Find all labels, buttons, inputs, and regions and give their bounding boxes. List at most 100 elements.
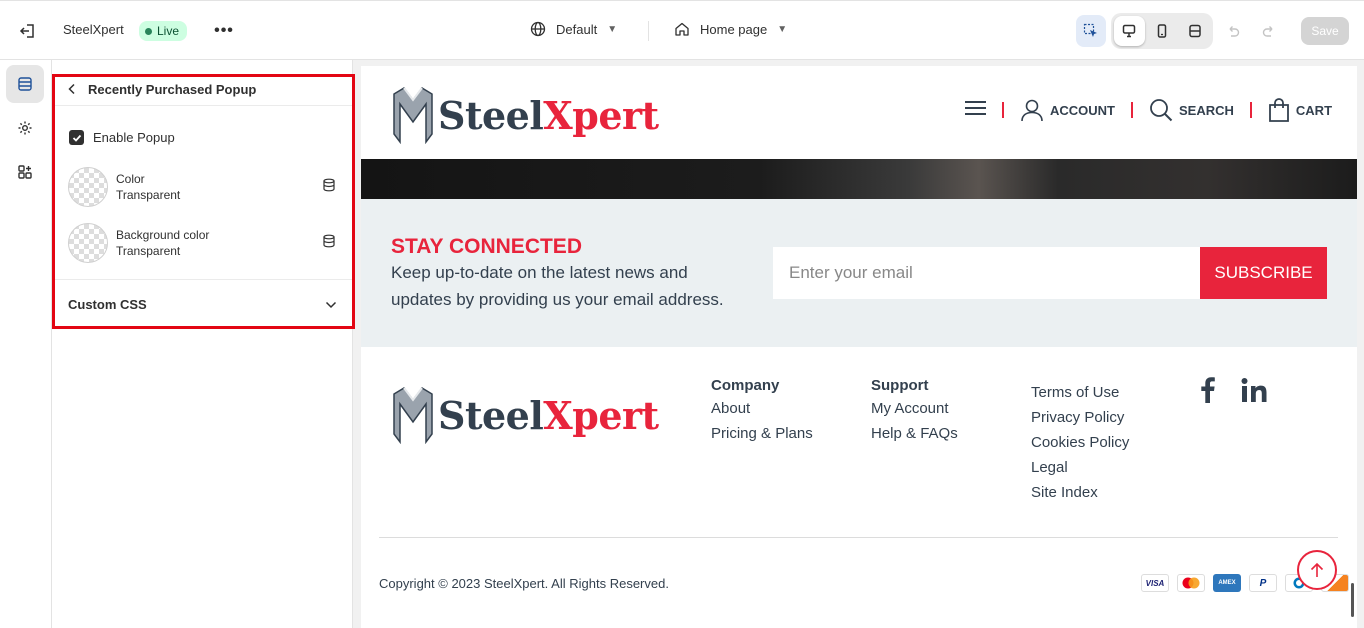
connect-dynamic-source-button[interactable] — [322, 178, 336, 197]
live-badge-label: Live — [157, 24, 180, 38]
cart-link[interactable]: CART — [1268, 98, 1332, 122]
theme-settings-nav-button[interactable] — [6, 109, 44, 147]
footer-heading: Support — [871, 377, 929, 394]
site-footer: SteelXpert Company About Pricing & Plans… — [361, 347, 1357, 628]
gear-icon — [18, 121, 32, 135]
facebook-link[interactable] — [1201, 377, 1215, 408]
inspector-toggle-button[interactable] — [1076, 15, 1106, 47]
logo-text-steel: Steel — [438, 392, 544, 438]
account-link[interactable]: ACCOUNT — [1020, 98, 1115, 122]
hamburger-menu-button[interactable] — [965, 100, 986, 121]
steelxpert-logo-icon — [393, 387, 433, 444]
paypal-icon: P — [1249, 574, 1277, 592]
editor-side-rail — [0, 60, 52, 628]
search-icon — [1150, 99, 1173, 122]
footer-link[interactable]: Pricing & Plans — [711, 421, 813, 446]
nav-separator — [1002, 102, 1004, 118]
custom-css-accordion[interactable]: Custom CSS — [52, 279, 353, 329]
save-button[interactable]: Save — [1301, 17, 1349, 45]
panel-title: Recently Purchased Popup — [88, 82, 257, 97]
color-setting-value: Transparent — [116, 188, 181, 202]
custom-css-label: Custom CSS — [68, 297, 147, 312]
app-embeds-nav-button[interactable] — [6, 153, 44, 191]
desktop-view-button[interactable] — [1114, 16, 1145, 46]
page-selector[interactable]: Home page ▼ — [674, 21, 787, 37]
footer-link[interactable]: Terms of Use — [1031, 380, 1129, 405]
theme-selector-label: Default — [556, 21, 598, 37]
newsletter-email-input[interactable]: Enter your email — [773, 247, 1200, 299]
footer-heading: Company — [711, 377, 780, 394]
mobile-view-button[interactable] — [1147, 16, 1178, 46]
footer-link[interactable]: Help & FAQs — [871, 421, 958, 446]
color-swatch[interactable] — [68, 167, 108, 207]
linkedin-icon — [1241, 378, 1267, 402]
redo-icon — [1262, 26, 1273, 37]
preview-scrollbar[interactable] — [1351, 583, 1354, 617]
footer-link[interactable]: Privacy Policy — [1031, 405, 1129, 430]
social-links — [1201, 377, 1267, 408]
footer-link[interactable]: Legal — [1031, 455, 1129, 480]
amex-icon: AMEX — [1213, 574, 1241, 592]
back-button[interactable] — [68, 82, 76, 98]
linkedin-link[interactable] — [1241, 378, 1267, 407]
footer-link[interactable]: Cookies Policy — [1031, 430, 1129, 455]
cart-label: CART — [1295, 102, 1333, 118]
topbar-divider — [648, 21, 649, 41]
account-label: ACCOUNT — [1050, 102, 1115, 118]
hamburger-icon — [965, 100, 986, 115]
steelxpert-logo-icon — [393, 87, 433, 144]
redo-button[interactable] — [1258, 21, 1280, 43]
store-name: SteelXpert — [63, 22, 124, 37]
connect-dynamic-source-button[interactable] — [322, 234, 336, 253]
site-header: SteelXpert ACCOUNT SEARCH CART — [361, 66, 1357, 159]
footer-logo[interactable]: SteelXpert — [392, 386, 659, 444]
nav-separator — [1249, 102, 1252, 118]
ellipsis-icon: ••• — [214, 22, 234, 39]
sections-nav-button[interactable] — [6, 65, 44, 103]
footer-column-legal: Terms of Use Privacy Policy Cookies Poli… — [1031, 380, 1129, 505]
fullscreen-view-button[interactable] — [1179, 16, 1210, 46]
globe-icon — [530, 21, 546, 37]
database-icon — [323, 178, 335, 191]
enable-popup-label: Enable Popup — [93, 130, 175, 145]
page-selector-label: Home page — [700, 21, 768, 37]
color-setting[interactable]: Color Transparent — [68, 167, 336, 207]
exit-icon — [19, 24, 34, 38]
enable-popup-setting[interactable]: Enable Popup — [69, 130, 175, 145]
enable-popup-checkbox[interactable] — [69, 130, 84, 145]
background-color-swatch[interactable] — [68, 223, 108, 263]
select-cursor-icon — [1083, 23, 1097, 37]
footer-link[interactable]: My Account — [871, 396, 958, 421]
editor-topbar: SteelXpert Live ••• Default ▼ Home page … — [0, 0, 1364, 60]
background-color-setting[interactable]: Background color Transparent — [68, 223, 336, 263]
nav-separator — [1131, 102, 1133, 118]
shopping-bag-icon — [1269, 98, 1289, 122]
search-link[interactable]: SEARCH — [1149, 98, 1234, 122]
logo-text-xpert: Xpert — [543, 92, 659, 138]
panel-header: Recently Purchased Popup — [52, 74, 353, 106]
theme-selector[interactable]: Default ▼ — [530, 21, 617, 37]
visa-icon: VISA — [1141, 574, 1169, 592]
hero-banner-image — [361, 159, 1357, 199]
back-to-top-button[interactable] — [1297, 550, 1337, 590]
undo-icon — [1229, 26, 1240, 37]
mobile-icon — [1157, 24, 1167, 38]
site-logo[interactable]: SteelXpert — [392, 86, 659, 144]
chevron-left-icon — [68, 83, 75, 94]
newsletter-title: STAY CONNECTED — [391, 235, 582, 258]
arrow-up-icon — [1310, 562, 1324, 577]
chevron-down-icon: ▼ — [777, 23, 788, 35]
subscribe-button[interactable]: SUBSCRIBE — [1200, 247, 1327, 299]
database-icon — [323, 234, 335, 247]
footer-link[interactable]: About — [711, 396, 813, 421]
exit-button[interactable] — [14, 19, 40, 43]
sections-icon — [18, 77, 32, 91]
more-actions-button[interactable]: ••• — [212, 19, 236, 43]
undo-button[interactable] — [1222, 21, 1244, 43]
user-icon — [1021, 99, 1043, 122]
desktop-icon — [1123, 24, 1136, 38]
footer-link[interactable]: Site Index — [1031, 480, 1129, 505]
footer-column-company: Company About Pricing & Plans — [711, 376, 813, 446]
header-nav: ACCOUNT SEARCH CART — [965, 98, 1332, 122]
copyright-text: Copyright © 2023 SteelXpert. All Rights … — [379, 576, 669, 591]
